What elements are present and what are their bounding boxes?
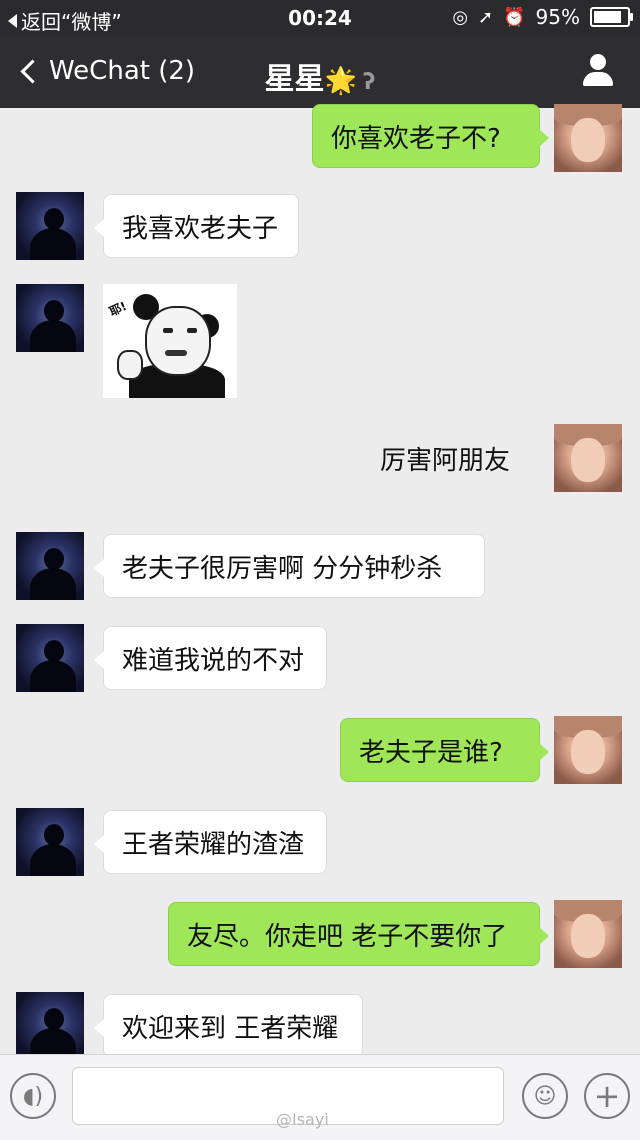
battery-icon	[590, 7, 633, 27]
plus-icon[interactable]: +	[584, 1073, 630, 1119]
message-text[interactable]: 厉害阿朋友	[380, 440, 510, 477]
status-bar: 返回“微博” 00:24 ◎ ➚ ⏰ 95%	[0, 0, 640, 36]
avatar[interactable]	[16, 284, 84, 352]
sticker-text: 耶!	[107, 298, 129, 319]
avatar[interactable]	[554, 900, 622, 968]
person-icon[interactable]	[582, 54, 614, 88]
person-body	[583, 72, 613, 86]
message-bubble[interactable]: 友尽。你走吧 老子不要你了	[168, 902, 549, 966]
panda-sticker[interactable]: 耶!	[103, 284, 237, 398]
glowing-star-icon: 🌟	[324, 66, 357, 96]
message-bubble[interactable]: 你喜欢老子不?	[312, 104, 549, 168]
nav-bar: WeChat (2) 星星🌟 ʔ	[0, 36, 640, 108]
watermark-text: @Isayi	[276, 1110, 329, 1129]
avatar[interactable]	[554, 104, 622, 172]
message-bubble[interactable]: 难道我说的不对	[94, 626, 327, 690]
message-bubble[interactable]: 王者荣耀的渣渣	[94, 810, 327, 874]
message-bubble[interactable]: 我喜欢老夫子	[94, 194, 299, 258]
voice-icon[interactable]: ◖)	[10, 1073, 56, 1119]
avatar[interactable]	[16, 532, 84, 600]
location-arrow-icon: ➚	[478, 6, 494, 28]
avatar[interactable]	[16, 992, 84, 1060]
alarm-icon: ⏰	[503, 6, 526, 28]
avatar[interactable]	[16, 624, 84, 692]
ear-icon: ʔ	[362, 70, 376, 95]
lock-rotation-icon: ◎	[452, 6, 469, 28]
person-head	[590, 54, 606, 70]
avatar[interactable]	[554, 424, 622, 492]
avatar[interactable]	[16, 808, 84, 876]
status-right-group: ◎ ➚ ⏰ 95%	[452, 5, 633, 29]
chat-title: 星星🌟 ʔ	[0, 54, 640, 98]
chat-title-text: 星星	[264, 62, 325, 97]
avatar[interactable]	[554, 716, 622, 784]
message-bubble[interactable]: 老夫子是谁?	[340, 718, 549, 782]
message-bubble[interactable]: 老夫子很厉害啊 分分钟秒杀	[94, 534, 485, 598]
battery-percent: 95%	[535, 5, 580, 29]
message-bubble[interactable]: 欢迎来到 王者荣耀	[94, 994, 363, 1058]
avatar[interactable]	[16, 192, 84, 260]
smiley-icon[interactable]: ☺	[522, 1073, 568, 1119]
battery-fill	[594, 11, 621, 23]
